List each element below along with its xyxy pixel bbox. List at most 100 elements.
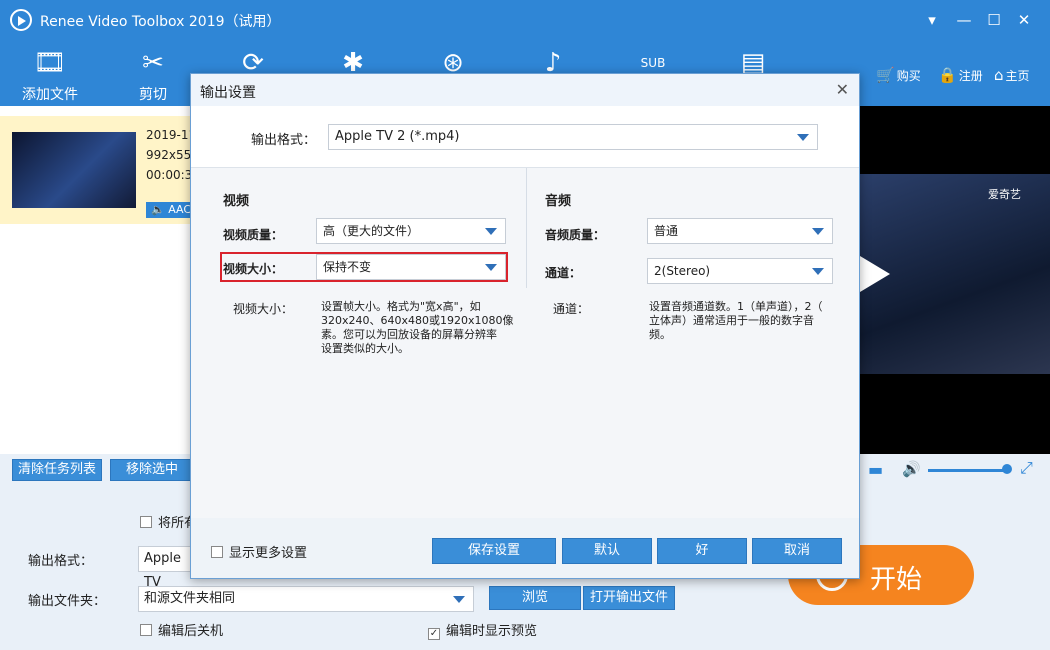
merge-checkbox[interactable]: 将所有 bbox=[140, 512, 197, 531]
audio-channel-desc-label: 通道： bbox=[553, 302, 590, 316]
volume-slider-handle[interactable] bbox=[1002, 464, 1012, 474]
dialog-close-icon[interactable]: ✕ bbox=[836, 80, 849, 99]
window-title: Renee Video Toolbox 2019（试用） bbox=[40, 14, 281, 30]
video-quality-value: 高（更大的文件） bbox=[323, 224, 420, 238]
dialog-settings-body: 视频 视频质量： 高（更大的文件） 视频大小： 保持不变 视频大小： 设置帧大小… bbox=[191, 168, 859, 518]
preview-controls: ▬ 🔊 ⤢ bbox=[860, 454, 1050, 490]
output-format-select[interactable]: Apple TV bbox=[138, 546, 192, 590]
audio-quality-label: 音频质量： bbox=[545, 228, 606, 242]
output-settings-dialog: 输出设置 ✕ 输出格式： Apple TV 2 (*.mp4) 视频 视频质量：… bbox=[190, 73, 860, 579]
add-file-label: 添加文件 bbox=[22, 87, 78, 103]
video-quality-label: 视频质量： bbox=[223, 228, 284, 242]
start-label: 开始 bbox=[870, 565, 923, 595]
dialog-format-label: 输出格式： bbox=[251, 133, 317, 148]
chevron-down-icon[interactable] bbox=[812, 228, 824, 235]
preview-checkbox-box[interactable]: ✓ bbox=[428, 628, 440, 640]
preview-checkbox-label: 编辑时显示预览 bbox=[446, 624, 538, 639]
chevron-down-icon[interactable] bbox=[812, 268, 824, 275]
chevron-down-icon[interactable] bbox=[485, 228, 497, 235]
shutdown-checkbox-box[interactable] bbox=[140, 624, 152, 636]
title-bar: Renee Video Toolbox 2019（试用） ▾ — ☐ ✕ bbox=[0, 0, 1050, 40]
chevron-down-icon[interactable] bbox=[797, 134, 809, 141]
video-quality-select[interactable]: 高（更大的文件） bbox=[316, 218, 506, 244]
watermark-text: 爱奇艺 bbox=[988, 188, 1021, 201]
home-icon: ⌂ bbox=[994, 66, 1004, 84]
volume-icon[interactable]: 🔊 bbox=[902, 460, 921, 478]
film-add-icon: 🎞 bbox=[33, 48, 67, 78]
lock-icon: 🔒 bbox=[938, 66, 957, 84]
dialog-footer: 显示更多设置 保存设置 默认 好 取消 bbox=[191, 518, 859, 578]
shutdown-checkbox-label: 编辑后关机 bbox=[158, 624, 224, 639]
browse-button[interactable]: 浏览 bbox=[489, 586, 581, 610]
shutdown-checkbox[interactable]: 编辑后关机 bbox=[140, 620, 223, 639]
folder-icon[interactable]: ▬ bbox=[868, 460, 883, 479]
desc-line: 设置帧大小。格式为"宽x高"，如 bbox=[321, 300, 481, 313]
merge-checkbox-box[interactable] bbox=[140, 516, 152, 528]
preview-checkbox[interactable]: ✓ 编辑时显示预览 bbox=[428, 620, 537, 640]
task-item[interactable]: 2019-11 992x556 00:00:3 🔈 AAC bbox=[0, 116, 200, 224]
desc-line: 设置类似的大小。 bbox=[321, 342, 409, 355]
chevron-down-icon[interactable] bbox=[453, 596, 465, 603]
video-preview: 爱奇艺 bbox=[860, 106, 1050, 454]
register-link[interactable]: 🔒 注册 bbox=[938, 66, 983, 84]
video-thumbnail bbox=[12, 132, 136, 208]
audio-quality-select[interactable]: 普通 bbox=[647, 218, 833, 244]
output-folder-value: 和源文件夹相同 bbox=[144, 591, 236, 606]
output-folder-select[interactable]: 和源文件夹相同 bbox=[138, 586, 474, 612]
maximize-icon[interactable]: ☐ bbox=[982, 8, 1006, 32]
video-size-label: 视频大小： bbox=[223, 262, 284, 276]
column-divider bbox=[526, 168, 527, 288]
video-size-desc-label: 视频大小： bbox=[233, 302, 294, 316]
task-date: 2019-11 bbox=[146, 128, 197, 142]
dialog-format-row: 输出格式： Apple TV 2 (*.mp4) bbox=[191, 106, 859, 168]
register-label: 注册 bbox=[958, 69, 983, 83]
audio-channel-select[interactable]: 2(Stereo) bbox=[647, 258, 833, 284]
cut-button[interactable]: ✂ 剪切 bbox=[122, 40, 184, 106]
video-size-value: 保持不变 bbox=[323, 260, 372, 274]
volume-slider[interactable] bbox=[928, 469, 1008, 472]
more-settings-checkbox[interactable]: 显示更多设置 bbox=[211, 542, 307, 561]
save-settings-button[interactable]: 保存设置 bbox=[432, 538, 556, 564]
video-size-select[interactable]: 保持不变 bbox=[316, 254, 506, 280]
more-settings-label: 显示更多设置 bbox=[229, 546, 308, 561]
dialog-format-select[interactable]: Apple TV 2 (*.mp4) bbox=[328, 124, 818, 150]
desc-line: 320x240、640x480或1920x1080像 bbox=[321, 314, 514, 327]
buy-label: 购买 bbox=[896, 69, 921, 83]
home-label: 主页 bbox=[1005, 69, 1030, 83]
cart-icon: 🛒 bbox=[876, 66, 895, 84]
dialog-title-bar: 输出设置 ✕ bbox=[191, 74, 859, 106]
dialog-format-value: Apple TV 2 (*.mp4) bbox=[335, 129, 460, 144]
remove-selected-button[interactable]: 移除选中 bbox=[110, 459, 194, 481]
more-settings-checkbox-box[interactable] bbox=[211, 546, 223, 558]
close-icon[interactable]: ✕ bbox=[1012, 8, 1036, 32]
menu-dropdown-icon[interactable]: ▾ bbox=[920, 8, 944, 32]
video-heading: 视频 bbox=[223, 194, 250, 209]
task-duration: 00:00:3 bbox=[146, 168, 193, 182]
cancel-button[interactable]: 取消 bbox=[752, 538, 842, 564]
dialog-title: 输出设置 bbox=[200, 85, 256, 101]
fullscreen-icon[interactable]: ⤢ bbox=[1020, 458, 1033, 478]
add-file-button[interactable]: 🎞 添加文件 bbox=[14, 40, 86, 106]
home-link[interactable]: ⌂ 主页 bbox=[994, 66, 1030, 84]
ok-button[interactable]: 好 bbox=[657, 538, 747, 564]
open-output-folder-button[interactable]: 打开输出文件 bbox=[583, 586, 675, 610]
scissors-icon: ✂ bbox=[142, 48, 164, 78]
audio-channel-label: 通道： bbox=[545, 266, 582, 280]
desc-line: 设置音频通道数。1（单声道），2（ bbox=[649, 300, 823, 313]
audio-heading: 音频 bbox=[545, 194, 572, 209]
minimize-icon[interactable]: — bbox=[952, 8, 976, 32]
buy-link[interactable]: 🛒 购买 bbox=[876, 66, 921, 84]
video-size-description: 设置帧大小。格式为"宽x高"，如 320x240、640x480或1920x10… bbox=[321, 300, 521, 356]
desc-line: 素。您可以为回放设备的屏幕分辨率 bbox=[321, 328, 497, 341]
cut-label: 剪切 bbox=[139, 87, 167, 103]
default-button[interactable]: 默认 bbox=[562, 538, 652, 564]
audio-quality-value: 普通 bbox=[654, 224, 679, 238]
task-list: 2019-11 992x556 00:00:3 🔈 AAC bbox=[0, 106, 200, 454]
app-logo-icon bbox=[10, 9, 32, 31]
clear-task-list-button[interactable]: 清除任务列表 bbox=[12, 459, 102, 481]
output-folder-label: 输出文件夹： bbox=[28, 594, 107, 609]
desc-line: 频。 bbox=[649, 328, 671, 341]
audio-channel-value: 2(Stereo) bbox=[654, 264, 711, 278]
chevron-down-icon[interactable] bbox=[485, 264, 497, 271]
play-icon[interactable] bbox=[860, 256, 890, 292]
